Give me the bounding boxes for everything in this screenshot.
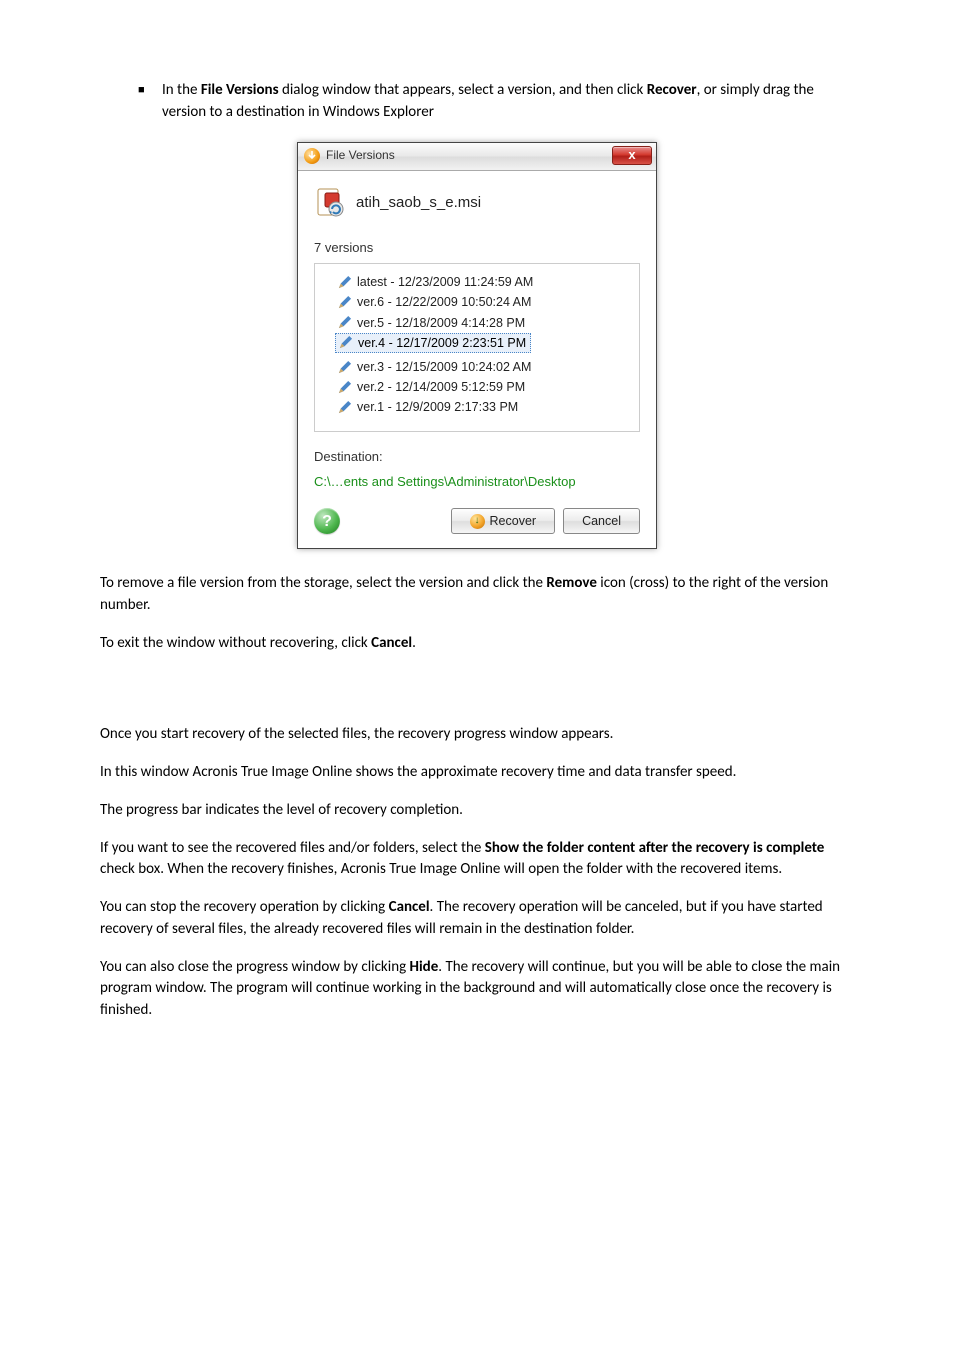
text: To exit the window without recovering, c… <box>100 634 371 652</box>
recover-icon: ↓ <box>470 514 485 529</box>
titlebar[interactable]: File Versions x <box>298 143 656 171</box>
bullet-item: ■ In the File Versions dialog window tha… <box>138 80 854 124</box>
text-bold: Cancel <box>371 634 412 652</box>
text: If you want to see the recovered files a… <box>100 839 485 857</box>
bullet-mark: ■ <box>138 80 162 124</box>
dialog-title: File Versions <box>326 147 395 164</box>
dialog-wrapper: File Versions x atih_saob_s_e.msi <box>100 142 854 550</box>
version-item[interactable]: ver.1 - 12/9/2009 2:17:33 PM <box>335 397 633 417</box>
text-bold: Hide <box>410 958 439 976</box>
version-item[interactable]: latest - 12/23/2009 11:24:59 AM <box>335 272 633 292</box>
pencil-icon <box>337 380 352 395</box>
pencil-icon <box>338 335 353 350</box>
text-bold: Remove <box>546 574 597 592</box>
pencil-icon <box>337 360 352 375</box>
version-label: ver.3 - 12/15/2009 10:24:02 AM <box>357 358 531 376</box>
destination-label: Destination: <box>314 448 640 467</box>
file-header: atih_saob_s_e.msi <box>314 187 640 219</box>
version-label: ver.1 - 12/9/2009 2:17:33 PM <box>357 398 518 416</box>
recover-button[interactable]: ↓ Recover <box>451 508 556 534</box>
version-label: latest - 12/23/2009 11:24:59 AM <box>357 273 533 291</box>
bullet-text: In the File Versions dialog window that … <box>162 80 854 124</box>
paragraph: If you want to see the recovered files a… <box>100 838 854 882</box>
text-bold: Cancel <box>389 898 430 916</box>
cancel-button-label: Cancel <box>582 512 621 530</box>
text-bold: Show the folder content after the recove… <box>485 839 825 857</box>
text: dialog window that appears, select a ver… <box>279 81 647 99</box>
paragraph: Once you start recovery of the selected … <box>100 724 854 746</box>
pencil-icon <box>337 315 352 330</box>
paragraph: To remove a file version from the storag… <box>100 573 854 617</box>
help-icon: ? <box>322 510 332 533</box>
version-item-selected[interactable]: ver.4 - 12/17/2009 2:23:51 PM <box>335 333 531 353</box>
text: To remove a file version from the storag… <box>100 574 546 592</box>
text-bold: File Versions <box>201 81 279 99</box>
paragraph: To exit the window without recovering, c… <box>100 633 854 655</box>
version-item[interactable]: ver.3 - 12/15/2009 10:24:02 AM <box>335 357 633 377</box>
close-icon: x <box>628 146 635 165</box>
version-label: ver.5 - 12/18/2009 4:14:28 PM <box>357 314 525 332</box>
close-button[interactable]: x <box>612 146 652 165</box>
paragraph: You can stop the recovery operation by c… <box>100 897 854 941</box>
version-item[interactable]: ver.6 - 12/22/2009 10:50:24 AM <box>335 292 633 312</box>
versions-list: latest - 12/23/2009 11:24:59 AM ver.6 - … <box>314 263 640 432</box>
destination-path[interactable]: C:\…ents and Settings\Administrator\Desk… <box>314 473 640 492</box>
paragraph: In this window Acronis True Image Online… <box>100 762 854 784</box>
file-name: atih_saob_s_e.msi <box>356 192 481 214</box>
text-bold: Recover <box>647 81 697 99</box>
text: In the <box>162 81 201 99</box>
dialog-button-row: ? ↓ Recover Cancel <box>314 508 640 534</box>
version-item[interactable]: ver.5 - 12/18/2009 4:14:28 PM <box>335 313 633 333</box>
dialog-body: atih_saob_s_e.msi 7 versions latest - 12… <box>298 171 656 549</box>
pencil-icon <box>337 275 352 290</box>
text: check box. When the recovery finishes, A… <box>100 860 782 878</box>
version-label: ver.6 - 12/22/2009 10:50:24 AM <box>357 293 531 311</box>
help-button[interactable]: ? <box>314 508 340 534</box>
text: . <box>412 634 416 652</box>
text: You can stop the recovery operation by c… <box>100 898 389 916</box>
cancel-button[interactable]: Cancel <box>563 508 640 534</box>
file-versions-dialog: File Versions x atih_saob_s_e.msi <box>297 142 657 550</box>
pencil-icon <box>337 400 352 415</box>
pencil-icon <box>337 295 352 310</box>
version-label: ver.4 - 12/17/2009 2:23:51 PM <box>358 334 526 352</box>
paragraph: You can also close the progress window b… <box>100 957 854 1022</box>
msi-file-icon <box>314 187 346 219</box>
versions-count: 7 versions <box>314 239 640 258</box>
text: You can also close the progress window b… <box>100 958 410 976</box>
app-icon <box>304 148 320 164</box>
version-label: ver.2 - 12/14/2009 5:12:59 PM <box>357 378 525 396</box>
recover-button-label: Recover <box>490 512 537 530</box>
version-item[interactable]: ver.2 - 12/14/2009 5:12:59 PM <box>335 377 633 397</box>
paragraph: The progress bar indicates the level of … <box>100 800 854 822</box>
